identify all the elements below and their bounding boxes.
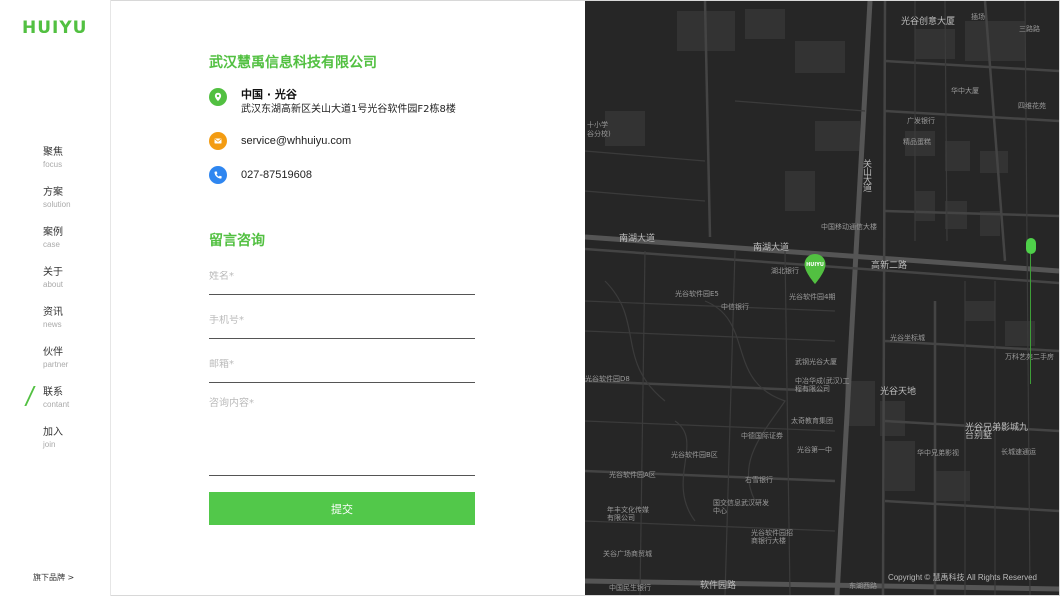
nav-label-zh: 案例 — [43, 227, 63, 238]
nav-label-en: case — [43, 240, 60, 249]
zoom-slider-handle[interactable] — [1026, 238, 1036, 254]
nav-label-zh: 聚焦 — [43, 147, 63, 158]
zoom-slider-track[interactable] — [1030, 254, 1031, 384]
map-label: 中德国际证券 — [741, 432, 783, 440]
map-label: 光谷软件园招商银行大楼 — [751, 529, 793, 545]
address-line: 武汉东湖高新区关山大道1号光谷软件园F2栋8楼 — [241, 104, 456, 115]
map-label: 谷分校) — [587, 130, 611, 138]
map-label: 三路路 — [1019, 25, 1040, 33]
map-label: 年丰文化传媒有限公司 — [607, 506, 649, 522]
phone-icon — [209, 166, 227, 184]
map-label: 湖北银行 — [771, 267, 799, 275]
map-label: 长城速通运 — [1001, 448, 1036, 456]
phone-text[interactable]: 027-87519608 — [241, 166, 312, 184]
map-road-label: 高新二路 — [871, 261, 908, 271]
map-label: 光谷兄弟影城九台别墅 — [965, 423, 1029, 441]
nav-label-en: focus — [43, 160, 63, 169]
map-label: 中国移动通信大楼 — [821, 223, 877, 231]
location-icon — [209, 88, 227, 106]
nav-label-en: news — [43, 320, 62, 329]
map-road-label: 南湖大道 — [619, 234, 656, 244]
map-label: 广发银行 — [907, 117, 935, 125]
map-label: 中信银行 — [721, 303, 749, 311]
map-label: 光谷第一中 — [797, 446, 832, 454]
map-label: 国交信息武汉研发中心 — [713, 499, 769, 515]
logo[interactable]: HUIYU — [22, 18, 87, 38]
contact-panel: 武汉慧禹信息科技有限公司 中国 · 光谷 武汉东湖高新区关山大道1号光谷软件园F… — [111, 0, 585, 596]
sidebar-item-focus[interactable]: 聚焦 focus — [0, 146, 111, 186]
map-label: 光谷坐标城 — [890, 334, 925, 342]
map-label: 插场 — [971, 13, 985, 21]
nav-label-zh: 方案 — [43, 187, 63, 198]
message-input[interactable] — [209, 394, 475, 449]
map-label: 光谷软件园4期 — [789, 293, 836, 301]
map-label: 光谷天地 — [880, 387, 917, 397]
nav-label-en: join — [43, 440, 56, 449]
brand-link[interactable]: 旗下品牌 > — [33, 572, 74, 583]
map-road-label: 软件园路 — [700, 581, 737, 591]
nav-label-en: contant — [43, 400, 70, 409]
nav-label-zh: 联系 — [43, 387, 63, 398]
copyright: Copyright © 慧禹科技 All Rights Reserved — [887, 573, 1037, 582]
submit-button[interactable]: 提交 — [209, 492, 475, 525]
sidebar-item-partner[interactable]: 伙伴 partner — [0, 346, 111, 386]
nav-label-zh: 关于 — [43, 267, 63, 278]
sidebar-item-join[interactable]: 加入 join — [0, 426, 111, 466]
address-title: 中国 · 光谷 — [241, 88, 297, 101]
pin-label: HUIYU — [806, 262, 824, 268]
address-row: 中国 · 光谷 武汉东湖高新区关山大道1号光谷软件园F2栋8楼 — [209, 88, 456, 117]
mail-icon — [209, 132, 227, 150]
sidebar-item-solution[interactable]: 方案 solution — [0, 186, 111, 226]
map-label: 精品蛋糕 — [903, 138, 931, 146]
map-road-label: 南湖大道 — [753, 243, 790, 253]
phone-input[interactable] — [209, 315, 475, 326]
email-text[interactable]: service@whhuiyu.com — [241, 132, 351, 150]
sidebar: HUIYU 聚焦 focus 方案 solution 案例 case 关于 ab… — [0, 0, 111, 596]
email-input[interactable] — [209, 359, 475, 370]
sidebar-item-contact[interactable]: 联系 contant — [0, 386, 111, 426]
map-label: 华中兄弟影视 — [917, 449, 959, 457]
map-label: 光谷软件园D8 — [585, 375, 630, 383]
map-label: 光谷软件园B区 — [671, 451, 718, 459]
map-label: 右雪银行 — [745, 476, 773, 484]
nav-label-en: partner — [43, 360, 69, 369]
email-row: service@whhuiyu.com — [209, 132, 351, 150]
sidebar-item-news[interactable]: 资讯 news — [0, 306, 111, 346]
map-road-label: 关山大道 — [863, 160, 873, 194]
active-indicator — [24, 386, 36, 406]
nav-label-en: about — [43, 280, 64, 289]
map-label: 中冶华成(武汉)工程有限公司 — [795, 377, 850, 393]
sidebar-nav: 聚焦 focus 方案 solution 案例 case 关于 about 资讯… — [0, 146, 111, 466]
map-label: 武钢光谷大厦 — [795, 358, 837, 366]
map-label: 中国民生银行 — [609, 584, 651, 592]
map-road-label: 东湖西路 — [849, 582, 877, 590]
map-label: 光谷创意大厦 — [901, 17, 956, 27]
nav-label-zh: 伙伴 — [43, 347, 63, 358]
map-pin-icon[interactable]: HUIYU — [803, 253, 827, 285]
name-input[interactable] — [209, 271, 475, 282]
phone-row: 027-87519608 — [209, 166, 312, 184]
map[interactable]: 光谷创意大厦 插场 三路路 华中大厦 四维花苑 广发银行 十小学 谷分校) 关山… — [585, 1, 1059, 595]
sidebar-item-about[interactable]: 关于 about — [0, 266, 111, 306]
nav-label-zh: 资讯 — [43, 307, 63, 318]
nav-label-en: solution — [43, 200, 71, 209]
map-label: 十小学 — [587, 121, 608, 129]
map-label: 关谷广场商贸城 — [603, 550, 652, 558]
form-heading: 留言咨询 — [209, 233, 265, 249]
map-label: 光谷软件园E5 — [675, 290, 719, 298]
email-field-wrapper — [209, 352, 475, 383]
message-field-wrapper — [209, 394, 475, 476]
phone-field-wrapper — [209, 308, 475, 339]
map-label: 华中大厦 — [951, 87, 979, 95]
company-name: 武汉慧禹信息科技有限公司 — [209, 55, 377, 71]
sidebar-item-case[interactable]: 案例 case — [0, 226, 111, 266]
map-label: 光谷软件园A区 — [609, 471, 656, 479]
map-label: 太奇教育集团 — [791, 417, 833, 425]
map-label: 四维花苑 — [1018, 102, 1046, 110]
nav-label-zh: 加入 — [43, 427, 63, 438]
name-field-wrapper — [209, 264, 475, 295]
